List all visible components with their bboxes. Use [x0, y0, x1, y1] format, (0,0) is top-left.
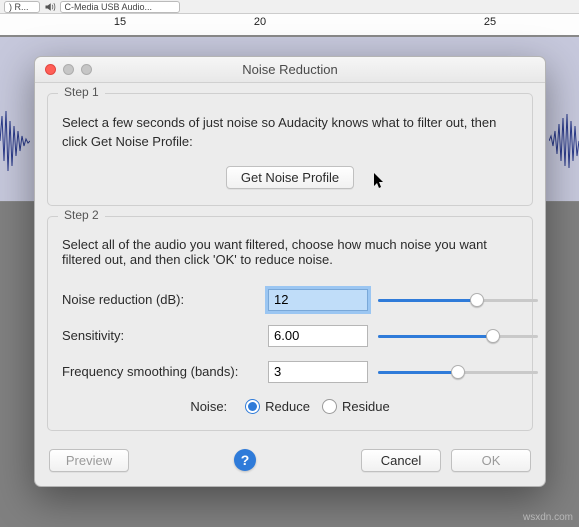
- reduce-radio-label: Reduce: [265, 399, 310, 414]
- step1-legend: Step 1: [58, 85, 105, 99]
- cancel-button[interactable]: Cancel: [361, 449, 441, 472]
- step2-instructions: Select all of the audio you want filtere…: [62, 237, 518, 267]
- reduce-radio[interactable]: Reduce: [245, 399, 310, 414]
- noise-reduction-input[interactable]: [268, 289, 368, 311]
- sensitivity-label: Sensitivity:: [62, 328, 258, 343]
- dialog-button-bar: Preview ? Cancel OK: [35, 441, 545, 486]
- preview-button[interactable]: Preview: [49, 449, 129, 472]
- watermark-text: wsxdn.com: [523, 512, 573, 523]
- noise-reduction-slider[interactable]: [378, 292, 538, 308]
- speaker-icon: [44, 1, 56, 13]
- minimize-icon: [63, 64, 74, 75]
- frequency-smoothing-slider[interactable]: [378, 364, 538, 380]
- ruler-tick: 15: [114, 16, 126, 28]
- waveform-left: [0, 106, 30, 176]
- noise-reduction-dialog: Noise Reduction Step 1 Select a few seco…: [34, 56, 546, 487]
- dialog-titlebar[interactable]: Noise Reduction: [35, 57, 545, 83]
- ok-button[interactable]: OK: [451, 449, 531, 472]
- cursor-icon: [374, 173, 386, 189]
- noise-mode-label: Noise:: [190, 399, 227, 414]
- ruler-tick: 25: [484, 16, 496, 28]
- ruler-tick: 20: [254, 16, 266, 28]
- timeline-ruler[interactable]: 15 20 25: [0, 14, 579, 36]
- close-icon[interactable]: [45, 64, 56, 75]
- zoom-icon: [81, 64, 92, 75]
- get-noise-profile-button[interactable]: Get Noise Profile: [226, 166, 354, 189]
- step1-group: Step 1 Select a few seconds of just nois…: [47, 93, 533, 206]
- help-button[interactable]: ?: [234, 449, 256, 471]
- noise-reduction-label: Noise reduction (dB):: [62, 292, 258, 307]
- radio-checked-icon: [245, 399, 260, 414]
- output-device-dropdown[interactable]: ) R...: [4, 1, 40, 13]
- step1-instructions: Select a few seconds of just noise so Au…: [62, 114, 518, 152]
- step2-legend: Step 2: [58, 208, 105, 222]
- waveform-right: [549, 106, 579, 176]
- step2-group: Step 2 Select all of the audio you want …: [47, 216, 533, 431]
- input-device-dropdown[interactable]: C-Media USB Audio...: [60, 1, 180, 13]
- frequency-smoothing-label: Frequency smoothing (bands):: [62, 364, 258, 379]
- residue-radio-label: Residue: [342, 399, 390, 414]
- app-toolbar: ) R... C-Media USB Audio...: [0, 0, 579, 14]
- residue-radio[interactable]: Residue: [322, 399, 390, 414]
- sensitivity-input[interactable]: [268, 325, 368, 347]
- sensitivity-slider[interactable]: [378, 328, 538, 344]
- frequency-smoothing-input[interactable]: [268, 361, 368, 383]
- radio-unchecked-icon: [322, 399, 337, 414]
- dialog-title: Noise Reduction: [35, 62, 545, 77]
